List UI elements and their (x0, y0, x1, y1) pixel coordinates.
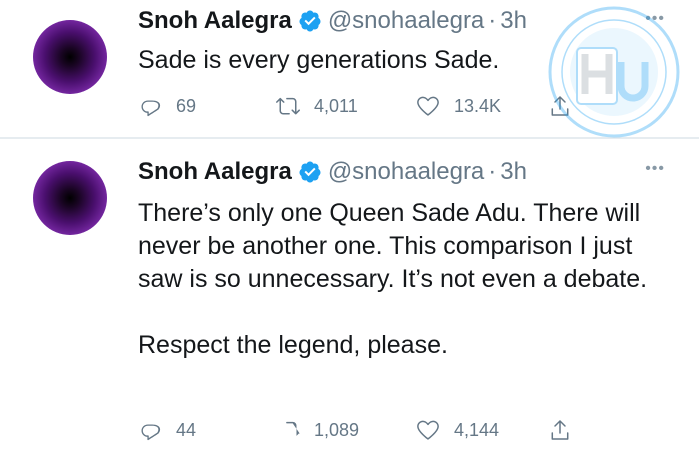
share-button[interactable] (548, 415, 572, 445)
author-handle[interactable]: @snohaalegra (328, 155, 484, 189)
tweet-header: Snoh Aalegra @snohaalegra · 3h (138, 4, 527, 38)
retweet-count: 4,011 (314, 95, 358, 116)
like-count: 4,144 (454, 419, 500, 440)
reply-icon (141, 424, 161, 441)
author-name[interactable]: Snoh Aalegra (138, 155, 292, 189)
more-icon[interactable]: ••• (645, 10, 665, 28)
retweet-count: 1,089 (314, 419, 360, 440)
retweet-button[interactable]: 4,011 (276, 91, 358, 121)
tweet-text-paragraph: Respect the legend, please. (138, 331, 448, 359)
more-icon[interactable]: ••• (645, 160, 665, 178)
tweet-text: There’s only one Queen Sade Adu. There w… (138, 197, 683, 362)
like-count: 13.4K (454, 95, 502, 116)
tweet-header: Snoh Aalegra @snohaalegra · 3h (138, 155, 527, 189)
tweet-feed: Snoh Aalegra @snohaalegra · 3h ••• Sade … (0, 0, 699, 454)
tweet-text: Sade is every generations Sade. (138, 44, 683, 77)
heart-icon (417, 96, 439, 116)
retweet-button[interactable]: 1,089 (276, 415, 359, 445)
tweet-timestamp[interactable]: 3h (500, 4, 527, 38)
avatar[interactable] (33, 20, 107, 94)
share-button[interactable] (548, 91, 572, 121)
retweet-icon (286, 421, 300, 436)
tweet-text-paragraph: There’s only one Queen Sade Adu. There w… (138, 199, 648, 293)
tweet-actions: 69 4,011 13.4K (138, 91, 588, 121)
avatar[interactable] (33, 161, 107, 235)
reply-icon (141, 100, 161, 117)
reply-button[interactable]: 69 (138, 91, 196, 121)
reply-count: 44 (176, 419, 197, 440)
like-button[interactable]: 13.4K (416, 91, 501, 121)
header-separator: · (488, 158, 497, 185)
reply-button[interactable]: 44 (138, 415, 196, 445)
verified-badge-icon (298, 160, 322, 184)
header-separator: · (488, 7, 497, 34)
tweet[interactable]: Snoh Aalegra @snohaalegra · 3h ••• Sade … (0, 0, 699, 137)
retweet-icon (276, 97, 300, 115)
share-icon (551, 96, 569, 116)
author-name[interactable]: Snoh Aalegra (138, 4, 292, 38)
tweet-text-paragraph: Sade is every generations Sade. (138, 46, 500, 74)
heart-icon (417, 420, 439, 440)
like-button[interactable]: 4,144 (416, 415, 499, 445)
author-handle[interactable]: @snohaalegra (328, 4, 484, 38)
verified-badge-icon (298, 9, 322, 33)
tweet[interactable]: Snoh Aalegra @snohaalegra · 3h ••• There… (0, 137, 699, 454)
tweet-timestamp[interactable]: 3h (500, 155, 527, 189)
reply-count: 69 (176, 95, 197, 116)
tweet-actions: 44 1,089 4,144 (138, 415, 588, 445)
share-icon (551, 420, 569, 440)
